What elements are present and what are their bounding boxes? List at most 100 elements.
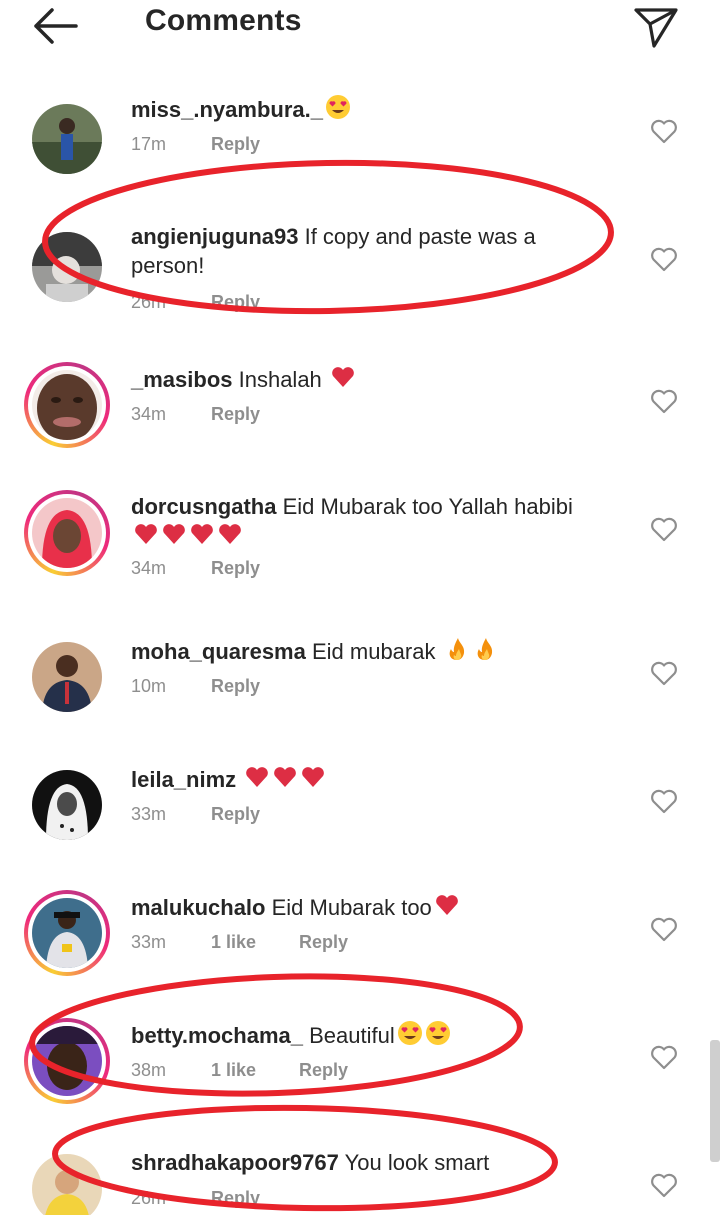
comment-timestamp: 17m	[131, 134, 167, 154]
comment-like-count[interactable]: 1 like	[211, 1060, 299, 1081]
comment-meta: 17m Reply	[131, 134, 260, 155]
comment-username[interactable]: angienjuguna93	[131, 224, 298, 249]
profile-picture	[32, 1154, 102, 1215]
heart-eyes-emoji-icon	[395, 1021, 423, 1048]
arrow-left-icon	[34, 8, 78, 44]
avatar[interactable]	[24, 634, 110, 720]
comment-like-count[interactable]: 1 like	[211, 932, 299, 953]
comment-meta: 33m Reply	[131, 804, 260, 825]
avatar[interactable]	[24, 762, 110, 848]
comment-text: moha_quaresma Eid mubarak	[131, 636, 581, 666]
comment-text: shradhakapoor9767 You look smart	[131, 1148, 581, 1177]
heart-outline-icon	[651, 517, 677, 542]
comment-meta: 34m Reply	[131, 404, 260, 425]
red-heart-emoji-icon	[131, 524, 159, 549]
comment-text: _masibos Inshalah	[131, 364, 581, 394]
red-heart-emoji-icon	[270, 767, 298, 792]
comment-body: Inshalah	[232, 367, 328, 392]
comment-text: angienjuguna93 If copy and paste was a p…	[131, 222, 581, 280]
reply-button[interactable]: Reply	[211, 804, 260, 825]
profile-picture	[32, 370, 102, 440]
comment-timestamp: 26m	[131, 1188, 167, 1208]
header-bar: Comments	[0, 0, 720, 60]
heart-outline-icon	[651, 1173, 677, 1198]
profile-picture	[32, 1026, 102, 1096]
profile-picture	[32, 498, 102, 568]
comment-timestamp: 26m	[131, 292, 167, 312]
scrollbar[interactable]	[710, 1040, 720, 1162]
heart-eyes-emoji-icon	[323, 95, 351, 122]
heart-eyes-emoji-icon	[423, 1021, 451, 1048]
reply-button[interactable]: Reply	[211, 404, 260, 425]
comment-username[interactable]: betty.mochama_	[131, 1023, 303, 1048]
comment-text: malukuchalo Eid Mubarak too	[131, 892, 581, 922]
like-button[interactable]	[650, 1044, 678, 1070]
comment-text: betty.mochama_ Beautiful	[131, 1020, 581, 1050]
back-button[interactable]	[30, 6, 82, 46]
avatar-story-ring[interactable]	[24, 890, 110, 976]
reply-button[interactable]: Reply	[211, 134, 260, 155]
comment-username[interactable]: miss_.nyambura._	[131, 97, 323, 122]
comment-timestamp: 10m	[131, 676, 167, 696]
page-title: Comments	[145, 4, 302, 37]
like-button[interactable]	[650, 660, 678, 686]
heart-outline-icon	[651, 247, 677, 272]
profile-picture	[32, 104, 102, 174]
reply-button[interactable]: Reply	[211, 676, 260, 697]
profile-picture	[32, 642, 102, 712]
heart-outline-icon	[651, 1045, 677, 1070]
fire-emoji-icon	[442, 638, 470, 664]
like-button[interactable]	[650, 788, 678, 814]
paper-plane-icon	[634, 8, 678, 48]
comment-username[interactable]: malukuchalo	[131, 895, 265, 920]
comment-body: Beautiful	[302, 1023, 395, 1048]
avatar[interactable]	[24, 96, 110, 182]
like-button[interactable]	[650, 916, 678, 942]
comment-timestamp: 38m	[131, 1060, 167, 1080]
profile-picture	[32, 232, 102, 302]
heart-outline-icon	[651, 389, 677, 414]
avatar-story-ring[interactable]	[24, 362, 110, 448]
comment-username[interactable]: _masibos	[131, 367, 233, 392]
reply-button[interactable]: Reply	[211, 1188, 260, 1209]
like-button[interactable]	[650, 516, 678, 542]
comment-meta: 38m 1 like Reply	[131, 1060, 348, 1081]
comment-meta: 26m Reply	[131, 1188, 260, 1209]
profile-picture	[32, 770, 102, 840]
red-heart-emoji-icon	[328, 367, 356, 392]
heart-outline-icon	[651, 119, 677, 144]
like-button[interactable]	[650, 388, 678, 414]
fire-emoji-icon	[470, 638, 498, 664]
like-button[interactable]	[650, 246, 678, 272]
comment-username[interactable]: shradhakapoor9767	[131, 1150, 339, 1175]
comment-username[interactable]: dorcusngatha	[131, 494, 276, 519]
red-heart-emoji-icon	[432, 895, 460, 920]
comment-body: Eid Mubarak too	[265, 895, 432, 920]
red-heart-emoji-icon	[215, 524, 243, 549]
heart-outline-icon	[651, 917, 677, 942]
comment-text: leila_nimz	[131, 764, 581, 794]
comment-body: You look smart	[338, 1150, 490, 1175]
comment-username[interactable]: leila_nimz	[131, 767, 236, 792]
reply-button[interactable]: Reply	[299, 1060, 348, 1081]
like-button[interactable]	[650, 1172, 678, 1198]
avatar[interactable]	[24, 224, 110, 310]
heart-outline-icon	[651, 789, 677, 814]
avatar-story-ring[interactable]	[24, 1018, 110, 1104]
avatar-story-ring[interactable]	[24, 490, 110, 576]
comment-text: miss_.nyambura._	[131, 94, 581, 124]
comment-meta: 10m Reply	[131, 676, 260, 697]
red-heart-emoji-icon	[187, 524, 215, 549]
reply-button[interactable]: Reply	[211, 292, 260, 313]
avatar[interactable]	[24, 1146, 110, 1215]
red-heart-emoji-icon	[242, 767, 270, 792]
comment-timestamp: 33m	[131, 804, 167, 824]
like-button[interactable]	[650, 118, 678, 144]
comment-timestamp: 34m	[131, 404, 167, 424]
reply-button[interactable]: Reply	[211, 558, 260, 579]
red-heart-emoji-icon	[298, 767, 326, 792]
share-button[interactable]	[630, 2, 682, 50]
comment-timestamp: 34m	[131, 558, 167, 578]
comment-username[interactable]: moha_quaresma	[131, 639, 306, 664]
reply-button[interactable]: Reply	[299, 932, 348, 953]
